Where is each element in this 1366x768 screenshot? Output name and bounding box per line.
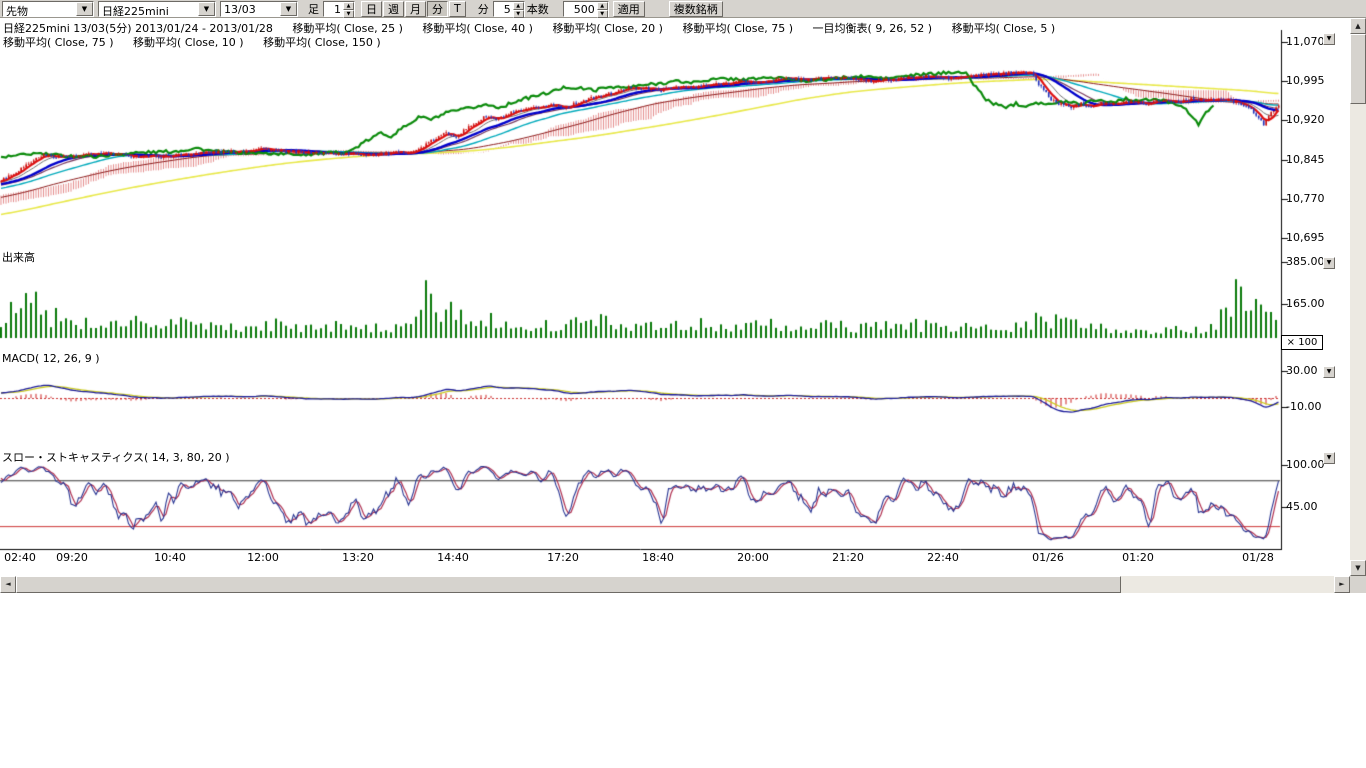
scroll-down-icon[interactable]: ▼ <box>1350 560 1366 576</box>
period-month-button[interactable]: 月 <box>405 1 426 17</box>
period-tick-button[interactable]: T <box>449 1 466 17</box>
stoch-axis-menu-button[interactable]: ▼ <box>1323 452 1335 464</box>
volume-panel-label: 出来高 <box>2 249 35 265</box>
apply-button[interactable]: 適用 <box>613 1 645 17</box>
horizontal-scrollbar[interactable]: ◄ ► <box>0 576 1350 593</box>
chevron-down-icon[interactable]: ▼ <box>280 2 297 16</box>
scroll-left-icon[interactable]: ◄ <box>0 576 16 593</box>
minute-unit-label: 分 <box>478 1 489 17</box>
indicator-label: 移動平均( Close, 75 ) <box>682 22 793 35</box>
spin-up-icon[interactable]: ▲ <box>513 2 524 10</box>
symbol-value: 日経225mini <box>99 2 198 16</box>
volume-scale-note: × 100 <box>1281 335 1323 350</box>
scrollbar-corner <box>1350 576 1366 593</box>
indicator-label: 移動平均( Close, 40 ) <box>422 22 533 35</box>
bar-count-value: 500 <box>564 2 597 16</box>
spin-down-icon[interactable]: ▼ <box>343 10 354 18</box>
bar-count-spinner[interactable]: 500 ▲ ▼ <box>563 1 609 17</box>
spin-down-icon[interactable]: ▼ <box>513 10 524 18</box>
chart-indicator-row2: 移動平均( Close, 75 ) 移動平均( Close, 10 ) 移動平均… <box>3 34 397 50</box>
chevron-down-icon[interactable]: ▼ <box>76 2 93 16</box>
period-minute-button[interactable]: 分 <box>427 1 448 17</box>
indicator-label: 移動平均( Close, 20 ) <box>552 22 663 35</box>
chevron-down-icon[interactable]: ▼ <box>198 2 215 16</box>
macd-axis-menu-button[interactable]: ▼ <box>1323 366 1335 378</box>
vertical-scroll-thumb[interactable] <box>1350 34 1366 104</box>
indicator-label: 一目均衡表( 9, 26, 52 ) <box>813 22 933 35</box>
indicator-label: 移動平均( Close, 75 ) <box>3 36 114 49</box>
spin-up-icon[interactable]: ▲ <box>343 2 354 10</box>
indicator-label: 移動平均( Close, 10 ) <box>133 36 244 49</box>
chart-canvas[interactable] <box>0 18 1350 576</box>
stoch-panel-label: スロー・ストキャスティクス( 14, 3, 80, 20 ) <box>2 449 230 465</box>
indicator-label: 移動平均( Close, 5 ) <box>952 22 1056 35</box>
toolbar: 先物 ▼ 日経225mini ▼ 13/03 ▼ 足 1 ▲ ▼ 日 週 月 分… <box>0 0 1366 18</box>
volume-axis-menu-button[interactable]: ▼ <box>1323 257 1335 269</box>
vertical-scrollbar[interactable]: ▲ ▼ <box>1350 18 1366 576</box>
timeframe-value: 1 <box>324 2 343 16</box>
scroll-right-icon[interactable]: ► <box>1334 576 1350 593</box>
macd-panel-label: MACD( 12, 26, 9 ) <box>2 352 100 365</box>
bar-count-label: 本数 <box>527 1 549 17</box>
spin-down-icon[interactable]: ▼ <box>597 10 608 18</box>
period-week-button[interactable]: 週 <box>383 1 404 17</box>
bar-type-label: 足 <box>308 1 319 17</box>
contract-month-combo[interactable]: 13/03 ▼ <box>220 1 298 17</box>
scroll-up-icon[interactable]: ▲ <box>1350 18 1366 34</box>
period-button-group: 日 週 月 分 T <box>361 1 466 17</box>
product-type-value: 先物 <box>3 2 76 16</box>
timeframe-value-spinner[interactable]: 1 ▲ ▼ <box>323 1 355 17</box>
indicator-label: 移動平均( Close, 150 ) <box>263 36 381 49</box>
price-axis-menu-button[interactable]: ▼ <box>1323 33 1335 45</box>
spin-up-icon[interactable]: ▲ <box>597 2 608 10</box>
product-type-combo[interactable]: 先物 ▼ <box>2 1 94 17</box>
multi-symbol-button[interactable]: 複数銘柄 <box>669 1 723 17</box>
period-day-button[interactable]: 日 <box>361 1 382 17</box>
horizontal-scroll-thumb[interactable] <box>16 576 1121 593</box>
contract-month-value: 13/03 <box>221 2 280 16</box>
minute-interval-spinner[interactable]: 5 ▲ ▼ <box>493 1 525 17</box>
symbol-combo[interactable]: 日経225mini ▼ <box>98 1 216 17</box>
minute-interval-value: 5 <box>494 2 513 16</box>
